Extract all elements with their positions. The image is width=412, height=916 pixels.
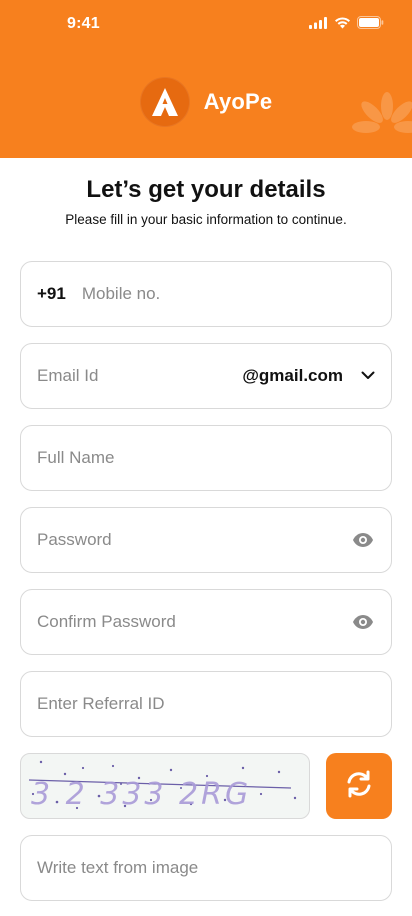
- header: 9:41 AyoPe: [0, 0, 412, 158]
- country-code[interactable]: +91: [37, 284, 66, 304]
- wifi-icon: [334, 16, 351, 34]
- refresh-captcha-button[interactable]: [326, 753, 392, 819]
- chevron-down-icon[interactable]: [361, 367, 375, 385]
- brand-name: AyoPe: [203, 89, 273, 114]
- email-input[interactable]: Email Id: [37, 366, 242, 386]
- page-title: Let’s get your details: [86, 176, 326, 203]
- captcha-input-field[interactable]: Write text from image: [20, 835, 392, 901]
- captcha-text: 3 2 333 2RG: [31, 777, 251, 812]
- decorative-leaf-icon: [352, 92, 412, 158]
- eye-icon[interactable]: [351, 528, 375, 552]
- page-subtitle: Please fill in your basic information to…: [65, 212, 347, 227]
- eye-icon[interactable]: [351, 610, 375, 634]
- status-time: 9:41: [67, 15, 100, 32]
- confirm-password-field[interactable]: Confirm Password: [20, 589, 392, 655]
- password-field[interactable]: Password: [20, 507, 392, 573]
- captcha-image: 3 2 333 2RG: [20, 753, 310, 819]
- status-icons: [309, 16, 384, 34]
- full-name-field[interactable]: Full Name: [20, 425, 392, 491]
- battery-icon: [357, 16, 384, 34]
- brand: AyoPe: [0, 76, 412, 128]
- logo-icon: [139, 77, 190, 127]
- full-name-input[interactable]: Full Name: [37, 448, 375, 468]
- confirm-password-input[interactable]: Confirm Password: [37, 612, 351, 632]
- status-bar: 9:41: [0, 0, 412, 50]
- password-input[interactable]: Password: [37, 530, 351, 550]
- email-domain-select[interactable]: @gmail.com: [242, 366, 343, 386]
- signal-icon: [309, 16, 328, 34]
- referral-input[interactable]: Enter Referral ID: [37, 694, 375, 714]
- captcha-input[interactable]: Write text from image: [37, 858, 375, 878]
- referral-field[interactable]: Enter Referral ID: [20, 671, 392, 737]
- mobile-input[interactable]: Mobile no.: [82, 284, 375, 304]
- mobile-field[interactable]: +91 Mobile no.: [20, 261, 392, 327]
- email-field[interactable]: Email Id @gmail.com: [20, 343, 392, 409]
- refresh-icon: [343, 768, 375, 805]
